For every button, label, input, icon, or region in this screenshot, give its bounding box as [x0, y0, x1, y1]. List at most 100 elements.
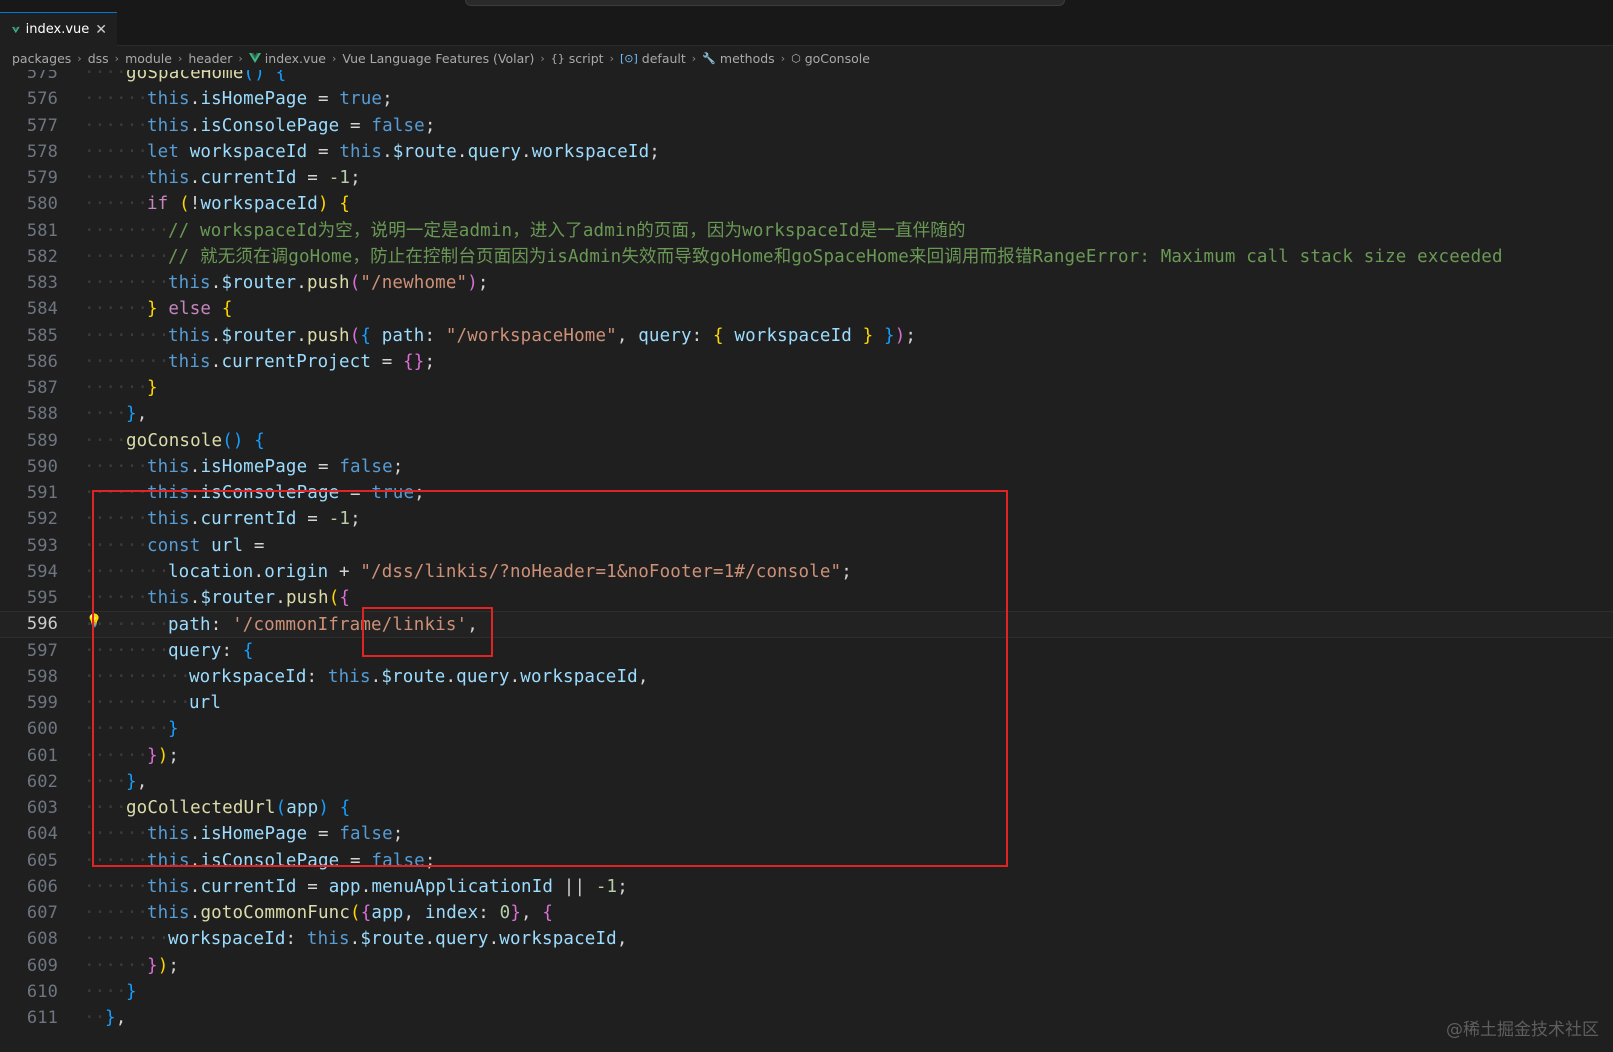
lightbulb-icon[interactable]: 💡 — [86, 615, 102, 629]
line-number[interactable]: 575 — [0, 70, 58, 87]
line-number[interactable]: 593 — [0, 533, 58, 560]
line-number[interactable]: 576 — [0, 86, 58, 113]
line-number[interactable]: 610 — [0, 979, 58, 1006]
code-line[interactable]: 583 ········ this. $router. push("/newhome")… — [0, 270, 1613, 297]
code-line[interactable]: 610 ····} — [0, 979, 1613, 1006]
code-line[interactable]: 598 ·········· workspaceId: this. $route. qu… — [0, 664, 1613, 691]
line-number[interactable]: 596 — [0, 611, 58, 638]
line-number[interactable]: 595 — [0, 585, 58, 612]
line-number[interactable]: 592 — [0, 506, 58, 533]
line-number[interactable]: 579 — [0, 165, 58, 192]
code-line[interactable]: 597 ········ query: { — [0, 638, 1613, 665]
code-token: } — [168, 719, 179, 740]
breadcrumb-item[interactable]: header — [188, 51, 232, 66]
code-token: path — [168, 615, 211, 636]
line-number[interactable]: 581 — [0, 218, 58, 245]
code-line[interactable]: 600 ········} — [0, 716, 1613, 743]
line-number[interactable]: 603 — [0, 795, 58, 822]
code-line[interactable]: 578 ······ let workspaceId = this. $route. q… — [0, 139, 1613, 166]
breadcrumb-item[interactable]: packages — [12, 51, 71, 66]
line-number[interactable]: 594 — [0, 559, 58, 586]
breadcrumb-item[interactable]: module — [125, 51, 172, 66]
code-line[interactable]: 585 ········ this. $router. push({ path: "/w… — [0, 323, 1613, 350]
breadcrumb-item[interactable]: index.vue — [248, 51, 326, 66]
code-line[interactable]: 581 ········// workspaceId为空，说明一定是admin，进… — [0, 218, 1613, 245]
line-number[interactable]: 601 — [0, 743, 58, 770]
code-line[interactable]: 594 ········ location. origin + "/dss/linki… — [0, 559, 1613, 586]
code-line[interactable]: 592 ······ this. currentId = -1; — [0, 506, 1613, 533]
code-line[interactable]: 591 ······ this. isConsolePage = true; — [0, 480, 1613, 507]
breadcrumb-item[interactable]: [⊙] default — [620, 51, 686, 66]
code-line[interactable]: 606 ······ this. currentId = app. menuApplic… — [0, 874, 1613, 901]
code-token: index — [424, 903, 479, 923]
code-line[interactable]: 577 ······ this. isConsolePage = false; — [0, 113, 1613, 140]
line-number[interactable]: 591 — [0, 480, 58, 507]
code-token: . — [253, 561, 265, 582]
line-number[interactable]: 589 — [0, 428, 58, 455]
line-number[interactable]: 599 — [0, 690, 58, 717]
line-number[interactable]: 583 — [0, 270, 58, 297]
code-editor[interactable]: 611 ··}, 610 ····} 609 ······}); 608 ········ wo… — [0, 70, 1613, 1052]
code-line[interactable]: 604 ······ this. isHomePage = false; — [0, 821, 1613, 848]
line-number[interactable]: 611 — [0, 1005, 58, 1032]
code-line[interactable]: 595 ······ this. $router. push({ — [0, 585, 1613, 612]
line-number[interactable]: 587 — [0, 375, 58, 402]
code-line[interactable]: 582 ········// 就无须在调goHome，防止在控制台页面因为isAd… — [0, 244, 1613, 271]
code-line[interactable]: 605 ······ this. isConsolePage = false; — [0, 848, 1613, 875]
code-token: () — [222, 430, 244, 451]
line-number[interactable]: 609 — [0, 953, 58, 980]
line-number[interactable]: 577 — [0, 113, 58, 140]
vue-icon — [248, 53, 261, 63]
code-token: $route — [381, 666, 446, 687]
code-line[interactable]: 611 ··}, — [0, 1005, 1613, 1032]
close-icon[interactable]: ✕ — [95, 22, 107, 38]
line-number[interactable]: 604 — [0, 821, 58, 848]
code-line[interactable]: 590 ······ this. isHomePage = false; — [0, 454, 1613, 481]
code-line[interactable]: 584 ······} else { — [0, 296, 1613, 323]
line-number[interactable]: 584 — [0, 296, 58, 323]
code-line[interactable]: 608 ········ workspaceId: this. $route. quer… — [0, 926, 1613, 953]
code-line[interactable]: 607 ······ this. gotoCommonFunc({app, index… — [0, 900, 1613, 927]
line-number[interactable]: 586 — [0, 349, 58, 376]
code-text: ········// 就无须在调goHome，防止在控制台页面因为isAdmin… — [84, 244, 1503, 271]
line-number[interactable]: 597 — [0, 638, 58, 665]
line-number[interactable]: 598 — [0, 664, 58, 691]
line-number[interactable]: 608 — [0, 926, 58, 953]
code-token: . — [189, 89, 201, 110]
line-number[interactable]: 578 — [0, 139, 58, 166]
code-line[interactable]: 579 ······ this. currentId = -1; — [0, 165, 1613, 192]
command-center[interactable] — [465, 0, 1065, 6]
line-number[interactable]: 588 — [0, 401, 58, 428]
line-number[interactable]: 580 — [0, 191, 58, 218]
watermark: @稀土掘金技术社区 — [1446, 1020, 1599, 1040]
code-token: this — [168, 325, 211, 346]
code-line[interactable]: 587 ······} — [0, 375, 1613, 402]
code-line[interactable]: 599 ·········· url — [0, 690, 1613, 717]
breadcrumb-item[interactable]: ⬡ goConsole — [791, 51, 870, 66]
line-number[interactable]: 585 — [0, 323, 58, 350]
code-line[interactable]: 593 ······ const url = — [0, 533, 1613, 560]
code-line[interactable]: 575 ···· goSpaceHome() { — [0, 70, 1613, 87]
line-number[interactable]: 600 — [0, 716, 58, 743]
line-number[interactable]: 605 — [0, 848, 58, 875]
line-number[interactable]: 590 — [0, 454, 58, 481]
code-line[interactable]: 601 ······}); — [0, 743, 1613, 770]
breadcrumb-item[interactable]: {} script — [551, 51, 604, 66]
breadcrumb-item[interactable]: 🔧 methods — [702, 51, 775, 66]
code-line[interactable]: 580 ······ if (! workspaceId) { — [0, 191, 1613, 218]
code-line[interactable]: 588 ····}, — [0, 401, 1613, 428]
code-line[interactable]: 603 ···· goCollectedUrl(app) { — [0, 795, 1613, 822]
code-line[interactable]: 586 ········ this. currentProject = {}; — [0, 349, 1613, 376]
tab-index-vue[interactable]: index.vue ✕ — [0, 12, 117, 46]
code-line[interactable]: 596 ········ path: '/commonIframe/linkis',… — [0, 611, 1613, 639]
code-line[interactable]: 602 ····}, — [0, 769, 1613, 796]
code-line[interactable]: 609 ······}); — [0, 953, 1613, 980]
code-line[interactable]: 576 ······ this. isHomePage = true; — [0, 86, 1613, 113]
breadcrumb-item[interactable]: dss — [88, 51, 109, 66]
line-number[interactable]: 607 — [0, 900, 58, 927]
breadcrumb-item[interactable]: Vue Language Features (Volar) — [342, 51, 534, 66]
line-number[interactable]: 606 — [0, 874, 58, 901]
line-number[interactable]: 602 — [0, 769, 58, 796]
code-line[interactable]: 589 ···· goConsole() { — [0, 428, 1613, 455]
line-number[interactable]: 582 — [0, 244, 58, 271]
